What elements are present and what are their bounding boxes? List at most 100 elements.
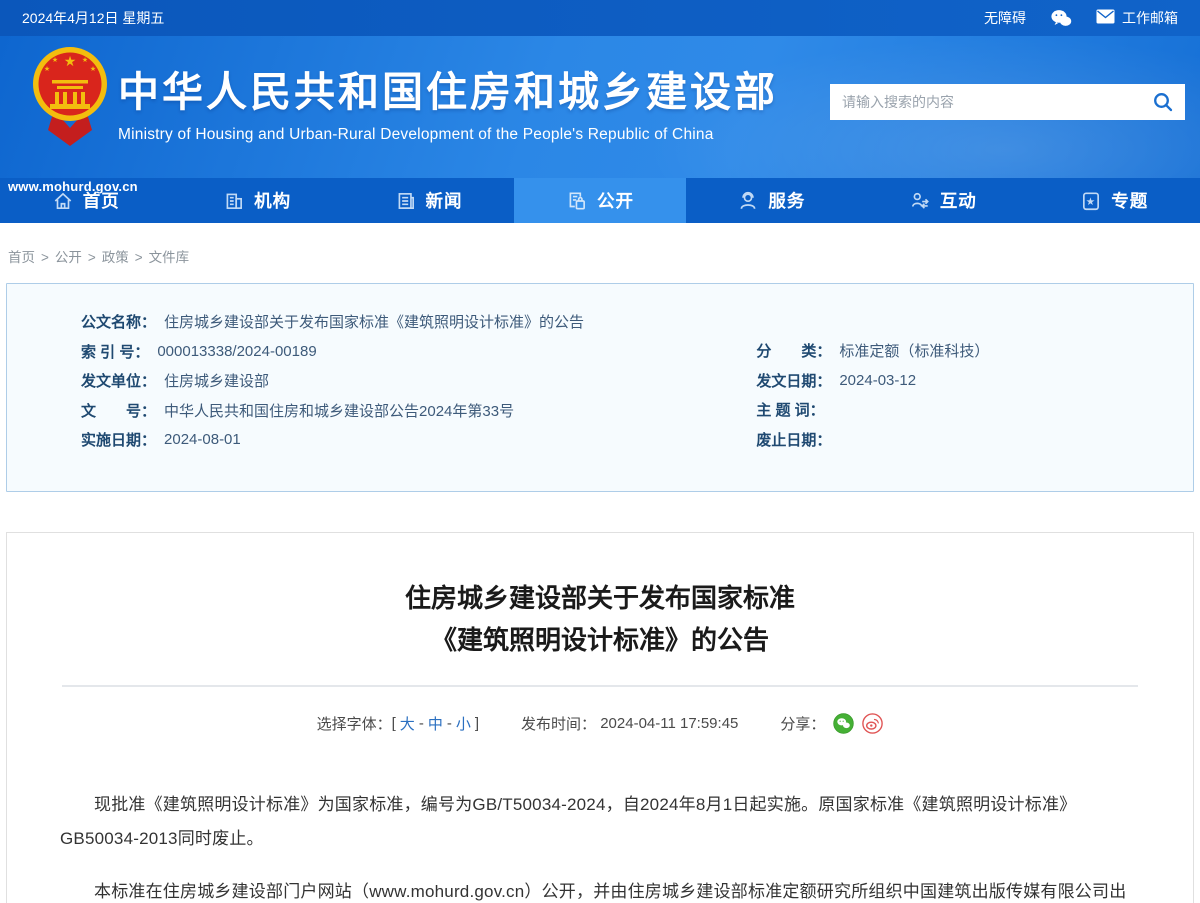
info-row-implementation-date: 实施日期： 2024-08-01	[81, 425, 742, 455]
info-row-doc-number: 文 号： 中华人民共和国住房和城乡建设部公告2024年第33号	[81, 396, 742, 426]
news-icon	[395, 190, 417, 212]
site-url: www.mohurd.gov.cn	[8, 179, 138, 194]
info-row-issuing-unit: 发文单位： 住房城乡建设部	[81, 366, 742, 396]
site-header: ★ ★ ★ ★ ★ www.mohurd.gov.cn 中华人民共和国住房和城乡…	[0, 36, 1200, 178]
interact-icon	[909, 190, 931, 212]
page: 2024年4月12日 星期五 无障碍 工作	[0, 0, 1200, 903]
article-title-line2: 《建筑照明设计标准》的公告	[7, 619, 1193, 661]
info-label: 实施日期：	[81, 429, 156, 450]
svg-text:★: ★	[1086, 196, 1096, 207]
info-value: 中华人民共和国住房和城乡建设部公告2024年第33号	[164, 400, 514, 421]
share-group: 分享：	[780, 713, 883, 734]
nav-item-service[interactable]: 服务	[686, 178, 857, 223]
share-label: 分享：	[780, 713, 825, 734]
wechat-share-icon[interactable]	[833, 713, 854, 734]
work-mailbox-label: 工作邮箱	[1122, 8, 1178, 28]
national-emblem-logo: ★ ★ ★ ★ ★	[30, 44, 110, 155]
breadcrumb: 首页>公开>政策>文件库	[0, 223, 1200, 283]
svg-text:★: ★	[44, 65, 50, 73]
info-row-index-number: 索 引 号： 000013338/2024-00189	[81, 337, 742, 367]
article-title: 住房城乡建设部关于发布国家标准 《建筑照明设计标准》的公告	[7, 577, 1193, 661]
publish-time: 发布时间： 2024-04-11 17:59:45	[521, 713, 738, 734]
article-panel: 住房城乡建设部关于发布国家标准 《建筑照明设计标准》的公告 选择字体： [ 大 …	[6, 532, 1194, 903]
info-row-subject-words: 主 题 词：	[756, 395, 1193, 425]
breadcrumb-separator: >	[88, 250, 96, 265]
article-paragraph: 现批准《建筑照明设计标准》为国家标准，编号为GB/T50034-2024，自20…	[60, 788, 1140, 856]
nav-label: 服务	[768, 188, 805, 213]
info-value: 2024-08-01	[164, 431, 241, 448]
font-size-selector: 选择字体： [ 大 - 中 - 小 ]	[317, 713, 479, 734]
wechat-icon[interactable]	[1050, 9, 1072, 28]
info-column-left: 公文名称： 住房城乡建设部关于发布国家标准《建筑照明设计标准》的公告 索 引 号…	[7, 307, 742, 491]
font-size-small-link[interactable]: 小	[456, 713, 471, 734]
breadcrumb-library[interactable]: 文件库	[149, 250, 190, 265]
nav-item-org[interactable]: 机构	[171, 178, 342, 223]
svg-text:★: ★	[90, 65, 96, 73]
info-label: 发文日期：	[756, 370, 831, 391]
search-icon[interactable]	[1141, 84, 1185, 120]
service-icon	[737, 190, 759, 212]
breadcrumb-disclosure[interactable]: 公开	[55, 250, 82, 265]
topbar-date: 2024年4月12日 星期五	[22, 8, 164, 28]
site-titles: 中华人民共和国住房和城乡建设部 Ministry of Housing and …	[118, 58, 778, 144]
search-input[interactable]	[830, 84, 1141, 120]
svg-text:★: ★	[52, 56, 58, 64]
nav-label: 公开	[597, 188, 634, 213]
topbar-links: 无障碍 工作邮箱	[984, 8, 1178, 28]
font-selector-label: 选择字体：	[317, 713, 392, 734]
info-label: 分 类：	[756, 340, 831, 361]
info-label: 废止日期：	[756, 429, 831, 450]
info-row-issue-date: 发文日期： 2024-03-12	[756, 366, 1193, 396]
bracket-close: ]	[475, 715, 479, 732]
info-value: 住房城乡建设部关于发布国家标准《建筑照明设计标准》的公告	[164, 311, 584, 332]
info-row-category: 分 类： 标准定额（标准科技）	[756, 336, 1193, 366]
svg-text:★: ★	[64, 53, 77, 69]
font-size-medium-link[interactable]: 中	[428, 713, 443, 734]
site-title: 中华人民共和国住房和城乡建设部	[118, 58, 778, 118]
nav-label: 专题	[1111, 188, 1148, 213]
info-row-repeal-date: 废止日期：	[756, 425, 1193, 455]
article-body: 现批准《建筑照明设计标准》为国家标准，编号为GB/T50034-2024，自20…	[7, 788, 1193, 903]
mail-icon	[1096, 9, 1115, 27]
article-meta-row: 选择字体： [ 大 - 中 - 小 ] 发布时间： 2024-04-11 17:…	[7, 713, 1193, 734]
info-label: 文 号：	[81, 400, 156, 421]
info-value: 住房城乡建设部	[164, 370, 269, 391]
title-divider	[62, 685, 1138, 687]
accessibility-link[interactable]: 无障碍	[984, 8, 1026, 28]
info-label: 主 题 词：	[756, 399, 824, 420]
topbar: 2024年4月12日 星期五 无障碍 工作	[0, 0, 1200, 36]
breadcrumb-home[interactable]: 首页	[8, 250, 35, 265]
font-sep: -	[419, 715, 424, 732]
info-label: 发文单位：	[81, 370, 156, 391]
breadcrumb-separator: >	[41, 250, 49, 265]
weibo-share-icon[interactable]	[862, 713, 883, 734]
nav-label: 新闻	[426, 188, 463, 213]
article-paragraph: 本标准在住房城乡建设部门户网站（www.mohurd.gov.cn）公开，并由住…	[60, 875, 1140, 903]
info-value: 000013338/2024-00189	[157, 343, 316, 360]
info-label: 公文名称：	[81, 311, 156, 332]
document-info-box: 公文名称： 住房城乡建设部关于发布国家标准《建筑照明设计标准》的公告 索 引 号…	[6, 283, 1194, 492]
nav-item-disclosure[interactable]: 公开	[514, 178, 685, 223]
breadcrumb-policy[interactable]: 政策	[102, 250, 129, 265]
topic-icon: ★	[1080, 190, 1102, 212]
org-icon	[223, 190, 245, 212]
font-sep: -	[447, 715, 452, 732]
publish-time-value: 2024-04-11 17:59:45	[600, 715, 738, 732]
info-label: 索 引 号：	[81, 341, 149, 362]
nav-item-topics[interactable]: ★ 专题	[1029, 178, 1200, 223]
info-column-right: 分 类： 标准定额（标准科技） 发文日期： 2024-03-12 主 题 词： …	[742, 307, 1193, 491]
nav-label: 机构	[254, 188, 291, 213]
nav-item-news[interactable]: 新闻	[343, 178, 514, 223]
nav-item-interact[interactable]: 互动	[857, 178, 1028, 223]
font-size-large-link[interactable]: 大	[400, 713, 415, 734]
info-row-doc-name: 公文名称： 住房城乡建设部关于发布国家标准《建筑照明设计标准》的公告	[81, 307, 742, 337]
main-nav: 首页 机构 新闻	[0, 178, 1200, 223]
work-mailbox-link[interactable]: 工作邮箱	[1096, 8, 1178, 28]
info-value: 标准定额（标准科技）	[839, 340, 989, 361]
site-subtitle: Ministry of Housing and Urban-Rural Deve…	[118, 126, 778, 144]
disclosure-icon	[566, 190, 588, 212]
article-title-line1: 住房城乡建设部关于发布国家标准	[7, 577, 1193, 619]
svg-text:★: ★	[82, 56, 88, 64]
info-value: 2024-03-12	[839, 372, 916, 389]
nav-label: 互动	[940, 188, 977, 213]
